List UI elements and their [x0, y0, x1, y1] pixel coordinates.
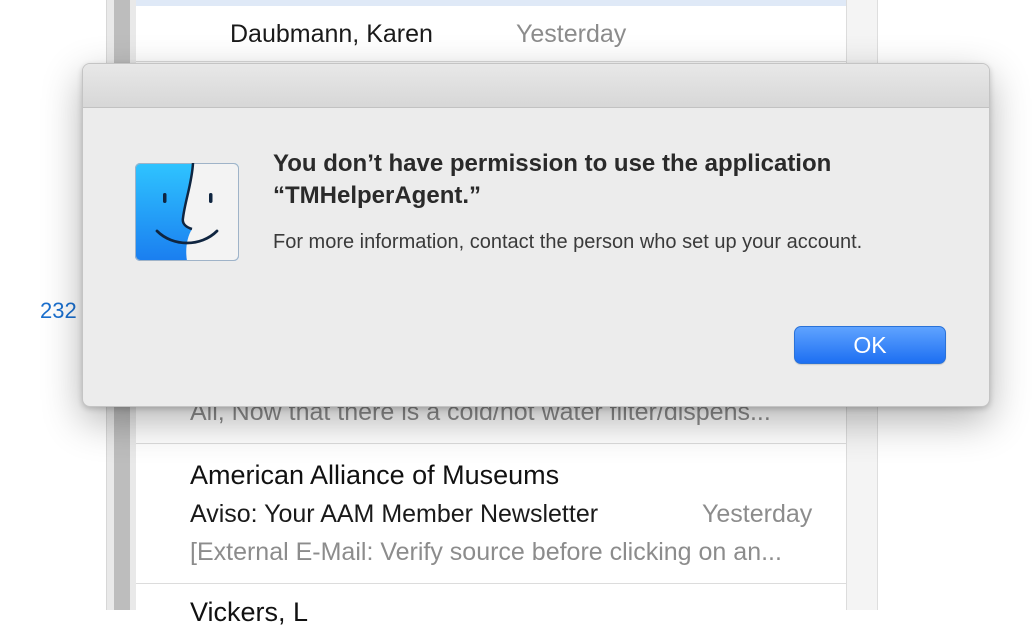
row-divider: [136, 443, 846, 444]
message-date: Yesterday: [702, 500, 813, 528]
row-divider: [136, 583, 846, 584]
permission-alert-dialog: You don’t have permission to use the app…: [82, 63, 990, 407]
message-sender: Vickers, L: [190, 597, 309, 627]
message-sender: Daubmann, Karen: [230, 20, 433, 48]
ok-button[interactable]: OK: [794, 326, 946, 364]
dialog-titlebar: [83, 64, 989, 108]
message-date: Yesterday: [516, 20, 627, 48]
alert-title: You don’t have permission to use the app…: [273, 150, 832, 209]
unread-count-badge: 232: [40, 298, 77, 323]
message-sender: American Alliance of Museums: [190, 460, 560, 490]
finder-icon: [135, 163, 239, 261]
selected-row-highlight: [136, 0, 846, 6]
row-divider: [136, 61, 846, 62]
message-subject: Aviso: Your AAM Member Newsletter: [190, 500, 599, 528]
alert-message: For more information, contact the person…: [273, 231, 863, 253]
message-preview: [External E-Mail: Verify source before c…: [190, 538, 782, 566]
